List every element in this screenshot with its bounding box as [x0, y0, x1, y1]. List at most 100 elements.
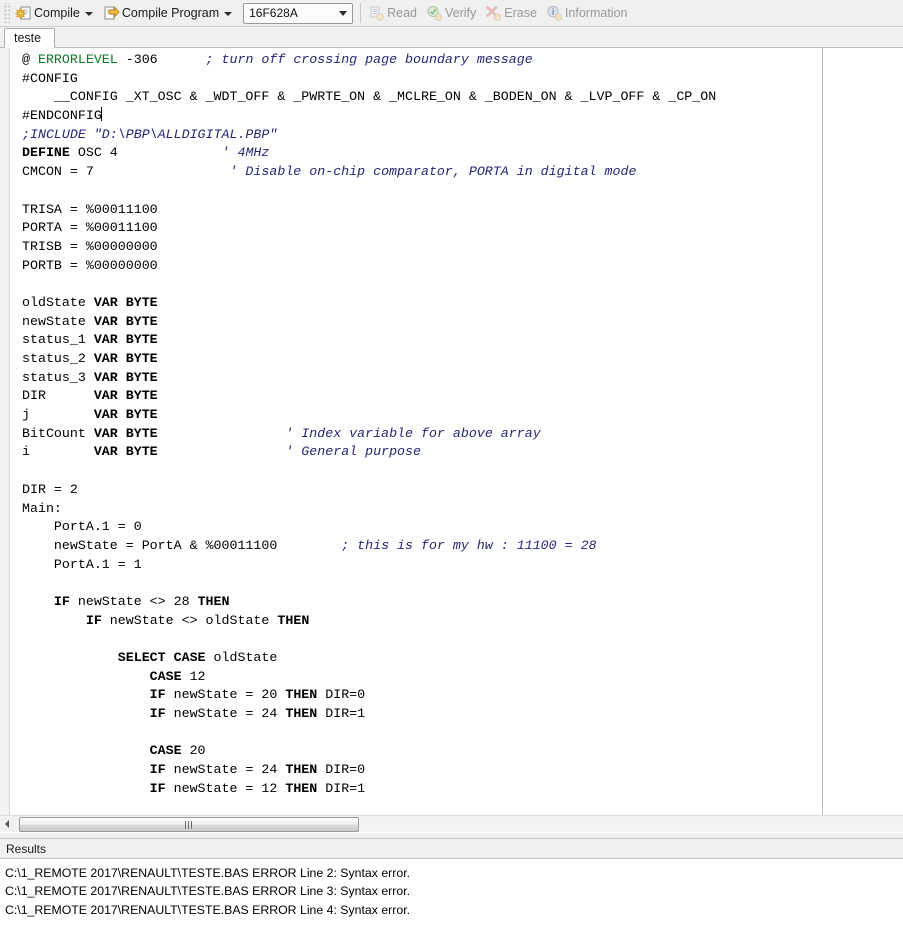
code-token: VAR BYTE	[93, 351, 158, 366]
device-combobox[interactable]: 16F628A	[243, 2, 354, 24]
code-token: Main:	[22, 500, 62, 516]
text-cursor	[100, 107, 102, 122]
code-token: ;INCLUDE "D:\PBP\ALLDIGITAL.PBP"	[22, 126, 278, 142]
code-line: PORTA = %00011100	[22, 219, 903, 238]
editor-horizontal-scrollbar[interactable]	[0, 815, 903, 832]
code-token: PORTB = %00000000	[22, 257, 158, 273]
scrollbar-track[interactable]	[13, 817, 903, 832]
code-token: DIR=1	[317, 706, 366, 722]
erase-button[interactable]: Erase	[482, 2, 543, 24]
compile-label: Compile	[34, 6, 80, 20]
code-token: VAR BYTE	[93, 444, 158, 460]
device-dropdown-button[interactable]	[334, 4, 351, 23]
code-line: PortA.1 = 1	[22, 556, 903, 575]
code-token: newState = PortA & %00011100	[22, 537, 342, 553]
read-chip-icon	[368, 5, 385, 22]
compile-program-arrow-icon	[103, 5, 120, 22]
tab-label: teste	[14, 31, 42, 45]
code-token: ' Disable on-chip comparator, PORTA in d…	[229, 164, 637, 180]
result-error-line[interactable]: C:\1_REMOTE 2017\RENAULT\TESTE.BAS ERROR…	[3, 882, 903, 900]
code-token: VAR BYTE	[93, 313, 158, 329]
code-token: newState <> oldState	[101, 612, 278, 628]
code-token: DIR=0	[317, 762, 366, 778]
code-token: TRISB = %00000000	[22, 238, 158, 254]
results-panel-body[interactable]: C:\1_REMOTE 2017\RENAULT\TESTE.BAS ERROR…	[0, 859, 903, 935]
code-token: 12	[181, 668, 206, 684]
code-line: Main:	[22, 500, 903, 519]
read-label: Read	[387, 6, 418, 20]
code-token: @	[22, 52, 38, 67]
code-line: __CONFIG _XT_OSC & _WDT_OFF & _PWRTE_ON …	[22, 88, 903, 107]
editor-tab-strip: teste	[0, 27, 903, 48]
device-value[interactable]: 16F628A	[244, 6, 334, 20]
code-token: status_2	[22, 351, 94, 366]
tab-teste[interactable]: teste	[4, 28, 56, 48]
code-token: PORTA = %00011100	[22, 220, 158, 236]
code-token: oldState	[205, 650, 278, 665]
code-token: #CONFIG	[22, 70, 78, 86]
code-line: DIR VAR BYTE	[22, 387, 903, 406]
code-line: PortA.1 = 0	[22, 518, 903, 537]
code-token: CASE	[149, 668, 182, 684]
toolbar-drag-grip[interactable]	[3, 3, 10, 23]
code-line: j VAR BYTE	[22, 406, 903, 425]
code-text-area[interactable]: @ ERRORLEVEL -306 ; turn off crossing pa…	[22, 51, 903, 815]
code-line: BitCount VAR BYTE ' Index variable for a…	[22, 425, 903, 444]
read-button[interactable]: Read	[365, 2, 423, 24]
information-icon	[546, 5, 563, 22]
verify-button[interactable]: Verify	[423, 2, 482, 24]
code-token: DEFINE	[22, 145, 70, 161]
information-label: Information	[564, 6, 628, 20]
scroll-left-arrow-icon[interactable]	[0, 816, 13, 832]
code-token: VAR BYTE	[93, 407, 158, 423]
code-token: 20	[181, 743, 206, 759]
code-line: IF newState = 24 THEN DIR=0	[22, 761, 903, 780]
erase-x-icon	[485, 5, 502, 22]
code-token: DIR	[22, 388, 94, 404]
code-token: oldState	[22, 294, 94, 310]
code-token: ERRORLEVEL	[37, 52, 118, 67]
code-token: THEN	[285, 706, 318, 722]
code-line: TRISA = %00011100	[22, 201, 903, 220]
code-line: DEFINE OSC 4 ' 4MHz	[22, 144, 903, 163]
code-token: newState = 24	[165, 706, 286, 722]
editor-gutter	[0, 48, 10, 815]
code-token: PortA.1 = 1	[22, 556, 142, 572]
code-token: CMCON = 7	[22, 164, 230, 180]
code-token: IF	[149, 706, 166, 722]
chevron-down-icon[interactable]	[224, 12, 233, 16]
code-line: CASE 12	[22, 668, 903, 687]
result-error-line[interactable]: C:\1_REMOTE 2017\RENAULT\TESTE.BAS ERROR…	[3, 901, 903, 919]
compile-program-button[interactable]: Compile Program	[100, 2, 239, 24]
chevron-down-icon[interactable]	[84, 12, 93, 16]
code-token: VAR BYTE	[93, 425, 158, 441]
code-token: ' General purpose	[285, 444, 421, 460]
code-token: THEN	[197, 593, 230, 609]
code-line: CASE 20	[22, 742, 903, 761]
code-editor[interactable]: @ ERRORLEVEL -306 ; turn off crossing pa…	[0, 48, 903, 815]
code-line: IF newState = 20 THEN DIR=0	[22, 686, 903, 705]
code-line: #CONFIG	[22, 70, 903, 89]
code-line: PORTB = %00000000	[22, 257, 903, 276]
information-button[interactable]: Information	[543, 2, 634, 24]
panel-splitter[interactable]	[0, 832, 903, 839]
code-line: oldState VAR BYTE	[22, 294, 903, 313]
compile-button[interactable]: Compile	[12, 2, 100, 24]
code-token: newState	[22, 313, 94, 329]
code-line: newState VAR BYTE	[22, 313, 903, 332]
code-token: #ENDCONFIG	[22, 108, 102, 124]
scrollbar-grip-icon	[184, 820, 194, 829]
code-token: j	[22, 407, 94, 423]
code-token: newState = 24	[165, 762, 286, 778]
code-token: VAR BYTE	[93, 388, 158, 404]
scrollbar-thumb[interactable]	[19, 817, 359, 832]
result-error-line[interactable]: C:\1_REMOTE 2017\RENAULT\TESTE.BAS ERROR…	[3, 864, 903, 882]
code-token: BitCount	[22, 425, 94, 441]
